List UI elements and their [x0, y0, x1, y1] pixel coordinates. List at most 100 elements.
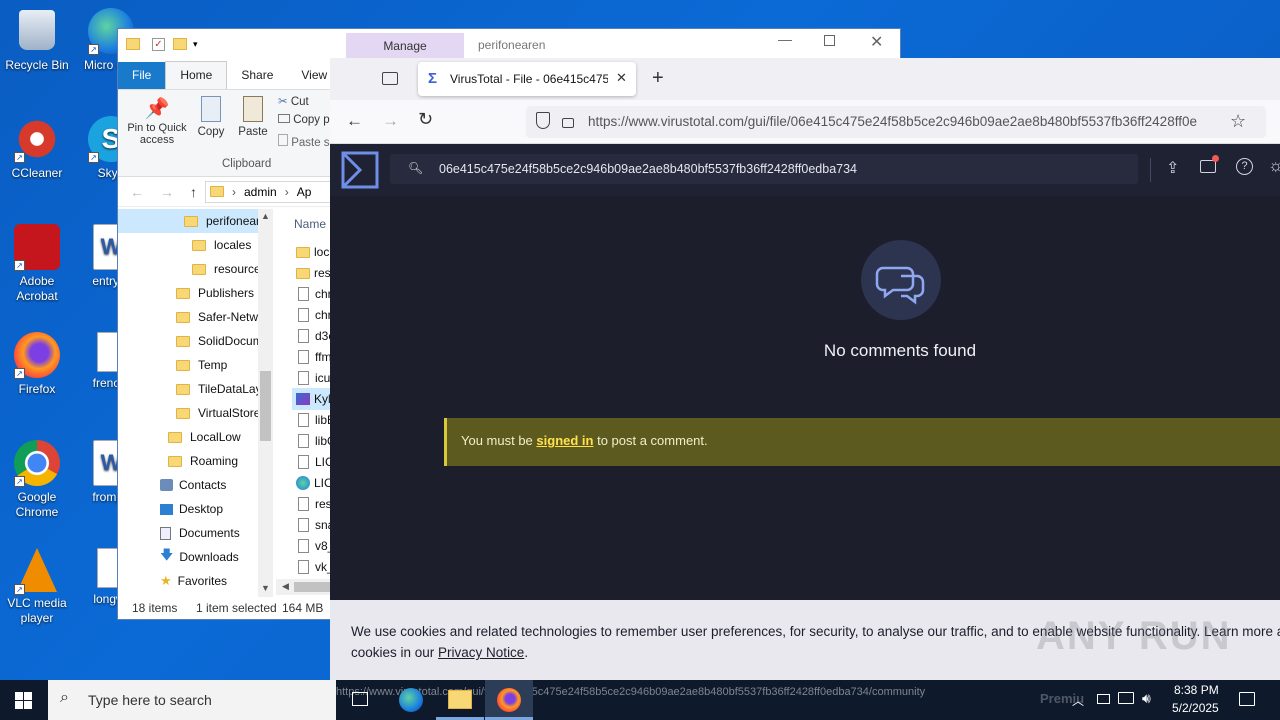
breadcrumb-appdata[interactable]: Ap	[297, 185, 312, 199]
file-row[interactable]: ffm	[298, 346, 331, 368]
scroll-thumb[interactable]	[260, 371, 271, 441]
back-arrow-icon[interactable]: ←	[346, 111, 363, 131]
paste-button[interactable]: Paste	[238, 96, 268, 138]
tab-manage[interactable]: Manage	[346, 33, 464, 59]
desktop-icon-vlc[interactable]: ↗ VLC media player	[0, 548, 74, 626]
tree-item-safer-networking[interactable]: Safer-Netwo	[176, 306, 265, 328]
upload-icon[interactable]: ⇪	[1166, 158, 1179, 178]
scroll-left-icon[interactable]: ◀	[282, 581, 289, 592]
file-row[interactable]: res	[298, 493, 332, 515]
tree-item-perifonear[interactable]: perifonear	[184, 210, 260, 232]
tray-chevron-up-icon[interactable]: ︿	[1072, 692, 1084, 709]
copy-button[interactable]: Copy	[196, 96, 226, 138]
firefox-view-icon[interactable]	[382, 72, 398, 85]
customize-quick-access-icon[interactable]: ▾	[193, 39, 198, 50]
file-row[interactable]: res	[296, 262, 331, 284]
tree-item-temp[interactable]: Temp	[176, 354, 227, 376]
desktop-icon-firefox[interactable]: ↗ Firefox	[0, 332, 74, 397]
theme-toggle-icon[interactable]: ☼	[1268, 156, 1280, 176]
file-row[interactable]: icu	[298, 367, 330, 389]
help-icon[interactable]: ?	[1236, 158, 1253, 175]
properties-icon[interactable]: ✓	[152, 37, 165, 51]
up-arrow-icon[interactable]: ↑	[190, 184, 197, 200]
scroll-thumb[interactable]	[294, 582, 330, 592]
desktop-icon-adobe-acrobat[interactable]: ↗ Adobe Acrobat	[0, 224, 74, 304]
privacy-notice-link[interactable]: Privacy Notice	[438, 645, 524, 660]
windows-start-icon[interactable]	[15, 692, 32, 709]
lock-icon[interactable]	[562, 118, 574, 128]
new-tab-button[interactable]: +	[652, 67, 664, 90]
search-input-value[interactable]: 06e415c475e24f58b5ce2c946b09ae2ae8b480bf…	[439, 162, 857, 176]
file-row[interactable]: loc	[296, 241, 329, 263]
file-row[interactable]: v8_	[298, 535, 332, 557]
notifications-icon[interactable]	[1200, 155, 1219, 173]
tree-item-favorites[interactable]: ★ Favorites	[160, 570, 227, 592]
ribbon-tab-home[interactable]: Home	[165, 61, 228, 89]
file-row[interactable]: LIC	[298, 451, 332, 473]
clock-time[interactable]: 8:38 PM	[1174, 683, 1219, 697]
scroll-up-icon[interactable]: ▲	[261, 211, 270, 221]
clock-date[interactable]: 5/2/2025	[1172, 701, 1219, 715]
tab-close-icon[interactable]: ✕	[616, 70, 627, 86]
tree-item-locallow[interactable]: LocalLow	[168, 426, 241, 448]
notification-center-icon[interactable]	[1239, 692, 1255, 706]
tree-item-resource[interactable]: resource	[192, 258, 261, 280]
new-folder-icon[interactable]	[173, 38, 187, 50]
task-view-icon[interactable]	[352, 692, 368, 706]
tree-item-locales[interactable]: locales	[192, 234, 251, 256]
file-row[interactable]: d3c	[298, 325, 332, 347]
maximize-button[interactable]	[824, 35, 835, 46]
file-row[interactable]: libC	[298, 430, 332, 452]
navigation-scrollbar[interactable]: ▲ ▼	[258, 209, 273, 597]
virustotal-logo-icon[interactable]	[340, 150, 380, 190]
file-row-selected[interactable]: Kyl	[292, 388, 332, 410]
tree-item-documents[interactable]: Documents	[160, 522, 240, 544]
forward-arrow-icon[interactable]: →	[382, 111, 399, 131]
breadcrumb-admin[interactable]: admin	[244, 185, 277, 199]
reload-icon[interactable]: ↻	[418, 109, 433, 130]
ribbon-tab-file[interactable]: File	[118, 62, 166, 89]
scroll-down-icon[interactable]: ▼	[261, 583, 270, 593]
cut-button[interactable]: ✂ Cut	[278, 94, 309, 108]
minimize-button[interactable]: —	[778, 31, 798, 47]
file-row[interactable]: vk_	[298, 556, 332, 578]
forward-arrow-icon[interactable]: →	[160, 184, 174, 200]
tree-item-tiledatalayer[interactable]: TileDataLaye	[176, 378, 268, 400]
paste-shortcut-button[interactable]: Paste s	[278, 134, 330, 149]
tree-item-desktop[interactable]: Desktop	[160, 498, 223, 520]
tree-item-contacts[interactable]: Contacts	[160, 474, 226, 496]
tree-item-roaming[interactable]: Roaming	[168, 450, 238, 472]
file-row[interactable]: libE	[298, 409, 332, 431]
url-bar[interactable]: https://www.virustotal.com/gui/file/06e4…	[526, 106, 1266, 138]
shield-icon[interactable]	[536, 112, 550, 129]
tree-item-downloads[interactable]: 🡇 Downloads	[160, 546, 239, 568]
copy-path-button[interactable]: Copy p	[278, 114, 330, 126]
taskbar-search-box[interactable]: ⌕ Type here to search	[48, 680, 336, 720]
tree-item-soliddocuments[interactable]: SolidDocum	[176, 330, 263, 352]
column-header-name[interactable]: Name	[294, 217, 326, 231]
tree-item-publishers[interactable]: Publishers	[176, 282, 254, 304]
desktop-icon-google-chrome[interactable]: ↗ Google Chrome	[0, 440, 74, 520]
taskbar-edge-icon[interactable]	[399, 688, 423, 712]
pin-quick-access-button[interactable]: 📌 Pin to Quick access	[122, 96, 192, 146]
virustotal-search-box[interactable]: 🔍︎ 06e415c475e24f58b5ce2c946b09ae2ae8b48…	[390, 154, 1138, 184]
file-row[interactable]: chr	[298, 283, 332, 305]
signin-link[interactable]: signed in	[536, 433, 593, 448]
browser-tab-virustotal[interactable]: Σ VirusTotal - File - 06e415c475e2 ✕	[418, 62, 636, 96]
tray-battery-icon[interactable]	[1097, 694, 1110, 704]
ribbon-tab-share[interactable]: Share	[227, 62, 287, 89]
tray-network-icon[interactable]	[1118, 692, 1134, 704]
bookmark-star-icon[interactable]: ☆	[1230, 111, 1246, 132]
taskbar-explorer-icon[interactable]	[448, 690, 472, 709]
close-button[interactable]: ✕	[870, 32, 883, 52]
desktop-icon-ccleaner[interactable]: ↗ CCleaner	[0, 116, 74, 181]
tree-item-virtualstore[interactable]: VirtualStore	[176, 402, 260, 424]
tray-volume-icon[interactable]: 🔊︎	[1142, 690, 1151, 707]
file-row[interactable]: sna	[298, 514, 332, 536]
desktop-icon-recycle-bin[interactable]: Recycle Bin	[0, 8, 74, 73]
horizontal-scrollbar[interactable]: ◀	[276, 579, 332, 595]
taskbar-firefox-button[interactable]	[485, 680, 533, 720]
file-row[interactable]: LIC	[296, 472, 332, 494]
file-row[interactable]: chr	[298, 304, 332, 326]
back-arrow-icon[interactable]: ←	[130, 184, 144, 200]
